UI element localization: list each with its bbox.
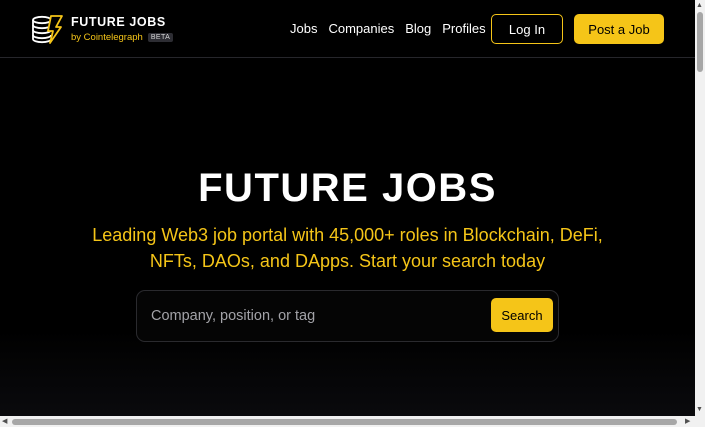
- brand-byline: by Cointelegraph: [71, 32, 143, 43]
- nav-item-jobs[interactable]: Jobs: [290, 21, 317, 36]
- hero-title: FUTURE JOBS: [198, 166, 497, 210]
- search-button[interactable]: Search: [491, 298, 553, 332]
- page-viewport: FUTURE JOBS by Cointelegraph BETA Jobs C…: [0, 0, 695, 416]
- stacked-coins-lightning-icon: [32, 15, 63, 44]
- search-bar: Search: [136, 290, 559, 342]
- site-header: FUTURE JOBS by Cointelegraph BETA Jobs C…: [0, 0, 695, 58]
- horizontal-scrollbar[interactable]: ◀ ▶: [0, 416, 705, 427]
- login-button[interactable]: Log In: [491, 14, 563, 44]
- vertical-scrollbar-thumb[interactable]: [697, 12, 703, 72]
- vertical-scrollbar[interactable]: ▲ ▼: [695, 0, 705, 416]
- nav-item-blog[interactable]: Blog: [405, 21, 431, 36]
- beta-badge: BETA: [147, 33, 174, 42]
- post-job-button[interactable]: Post a Job: [574, 14, 664, 44]
- hero-subtitle: Leading Web3 job portal with 45,000+ rol…: [92, 225, 603, 271]
- search-input[interactable]: [151, 303, 481, 329]
- brand-logo-link[interactable]: FUTURE JOBS by Cointelegraph BETA: [30, 12, 174, 46]
- nav-item-profiles[interactable]: Profiles: [442, 21, 485, 36]
- scroll-right-icon[interactable]: ▶: [685, 418, 690, 425]
- nav-item-companies[interactable]: Companies: [328, 21, 394, 36]
- brand-title: FUTURE JOBS: [71, 15, 166, 29]
- scroll-down-icon[interactable]: ▼: [696, 406, 703, 413]
- horizontal-scrollbar-thumb[interactable]: [12, 419, 677, 425]
- main-nav: Jobs Companies Blog Profiles: [290, 21, 486, 36]
- scroll-up-icon[interactable]: ▲: [696, 2, 703, 9]
- scroll-left-icon[interactable]: ◀: [2, 418, 7, 425]
